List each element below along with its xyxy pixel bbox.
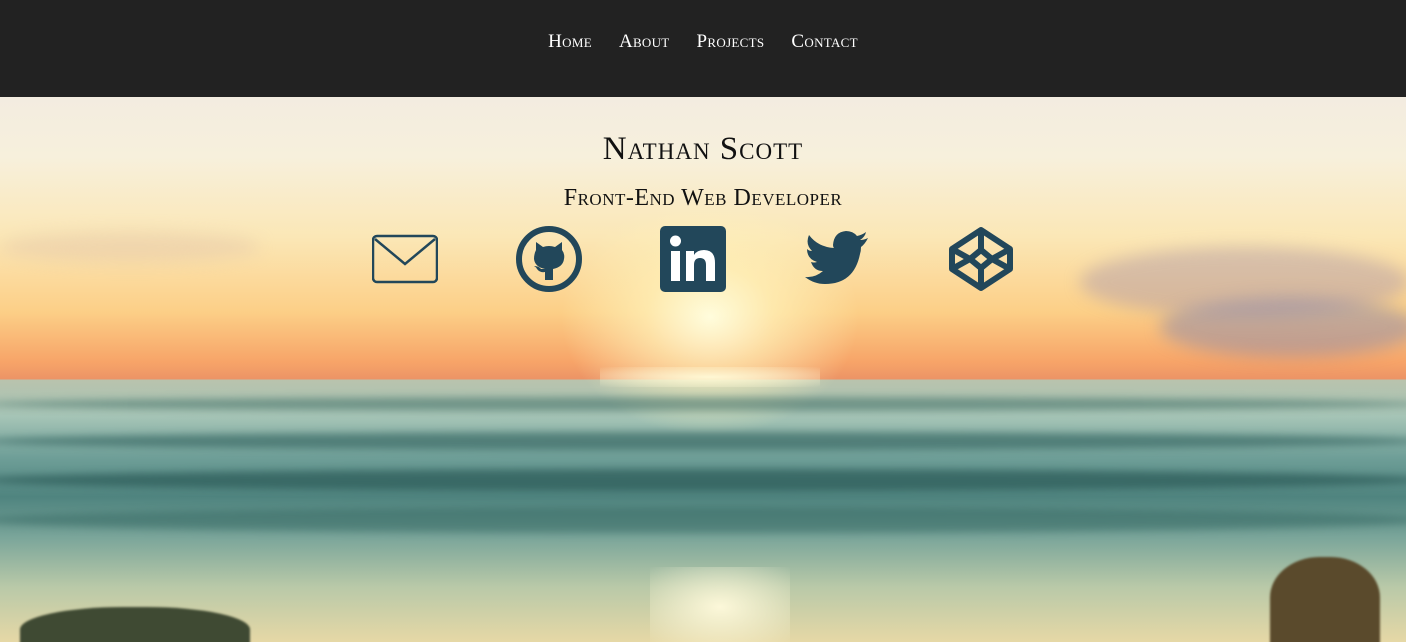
hero-section: Nathan Scott Front-End Web Developer xyxy=(0,97,1406,642)
envelope-icon xyxy=(372,234,438,284)
email-link[interactable] xyxy=(372,226,438,292)
nav-link-about[interactable]: About xyxy=(619,31,670,52)
nav-link-contact[interactable]: Contact xyxy=(791,31,857,52)
page-title: Nathan Scott xyxy=(602,131,804,167)
page-subtitle: Front-End Web Developer xyxy=(563,185,843,211)
nav-item-home: Home xyxy=(548,31,592,53)
nav-item-about: About xyxy=(619,31,670,53)
social-links xyxy=(372,226,1014,292)
codepen-icon xyxy=(949,227,1013,291)
twitter-link[interactable] xyxy=(804,226,870,292)
social-item-github xyxy=(516,226,582,292)
nav-list: Home About Projects Contact xyxy=(548,31,858,53)
nav-item-projects: Projects xyxy=(697,31,765,53)
social-item-codepen xyxy=(948,226,1014,292)
nav-link-home[interactable]: Home xyxy=(548,31,592,52)
codepen-link[interactable] xyxy=(948,226,1014,292)
github-icon xyxy=(516,226,582,292)
social-item-linkedin xyxy=(660,226,726,292)
linkedin-link[interactable] xyxy=(660,226,726,292)
twitter-icon xyxy=(805,231,868,284)
github-link[interactable] xyxy=(516,226,582,292)
social-item-email xyxy=(372,226,438,292)
social-item-twitter xyxy=(804,226,870,292)
linkedin-icon xyxy=(660,226,726,292)
nav-item-contact: Contact xyxy=(791,31,857,53)
nav-link-projects[interactable]: Projects xyxy=(697,31,765,52)
hero-content: Nathan Scott Front-End Web Developer xyxy=(0,97,1406,642)
top-navbar: Home About Projects Contact xyxy=(0,0,1406,97)
